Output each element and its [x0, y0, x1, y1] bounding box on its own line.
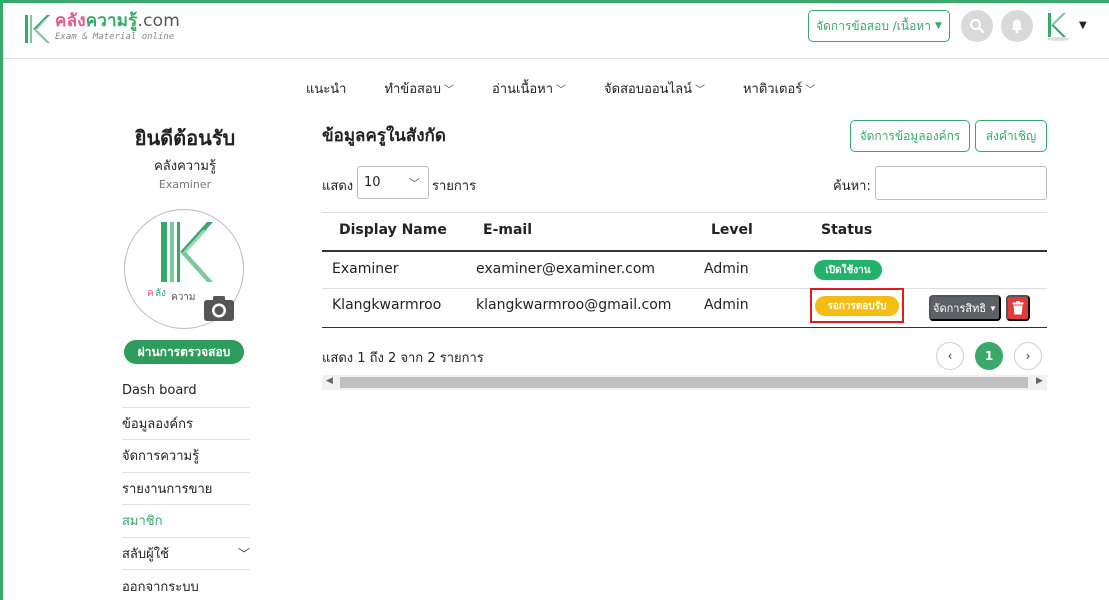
top-navigation: แนะนำ ทำข้อสอบ ﹀ อ่านเนื้อหา ﹀ จัดสอบออนไล…	[306, 78, 853, 99]
pagination-page-1[interactable]: 1	[975, 342, 1003, 370]
sidebar-welcome: ยินดีต้อนรับ	[134, 126, 236, 150]
pagination-next-button[interactable]: ›	[1014, 342, 1042, 370]
trash-icon	[1012, 301, 1024, 315]
scroll-right-arrow-icon[interactable]: ▶	[1036, 376, 1043, 386]
verified-badge: ผ่านการตรวจสอบ	[124, 340, 244, 364]
logo-title: คลังความรู้.com	[55, 11, 181, 31]
send-invite-button[interactable]: ส่งคำเชิญ	[975, 120, 1047, 152]
notification-button[interactable]	[1001, 10, 1033, 42]
column-header-display-name[interactable]: Display Name	[339, 222, 447, 238]
cell-email: examiner@examiner.com	[476, 261, 656, 277]
nav-online-exam[interactable]: จัดสอบออนไลน์ ﹀	[604, 78, 705, 99]
sidebar-item-logout[interactable]: ออกจากระบบ	[122, 570, 250, 600]
search-input[interactable]	[875, 166, 1047, 200]
manage-permission-button[interactable]: จัดการสิทธิ ▼	[929, 295, 1001, 321]
sidebar-role: Examiner	[158, 178, 212, 191]
column-header-email[interactable]: E-mail	[483, 222, 532, 238]
logo-k-icon	[25, 15, 50, 43]
manage-org-button[interactable]: จัดการข้อมูลองค์กร	[850, 120, 970, 152]
table-summary: แสดง 1 ถึง 2 จาก 2 รายการ	[322, 351, 484, 366]
items-label: รายการ	[432, 179, 477, 194]
svg-text:ความ: ความ	[171, 292, 196, 303]
table-header-divider	[322, 250, 1047, 252]
cell-display-name: Klangkwarmroo	[332, 297, 442, 313]
chevron-down-icon: ﹀	[444, 85, 454, 96]
chevron-down-icon: ﹀	[805, 85, 816, 96]
nav-find-tutor[interactable]: หาติวเตอร์ ﹀	[743, 78, 815, 99]
sidebar-item-sales-report[interactable]: รายงานการขาย	[122, 473, 250, 505]
caret-down-icon: ▼	[934, 21, 942, 31]
sidebar-item-dashboard[interactable]: Dash board	[122, 375, 250, 408]
chevron-down-icon: ﹀	[694, 85, 705, 96]
table-bottom-border	[322, 327, 1047, 328]
manage-exam-dropdown-button[interactable]: จัดการข้อสอบ /เนื้อหา ▼	[808, 10, 950, 42]
status-badge-active: เปิดใช้งาน	[814, 260, 882, 280]
table-top-border	[322, 212, 1047, 213]
cell-display-name: Examiner	[332, 261, 399, 277]
site-logo[interactable]: คลังความรู้.com Exam & Material online	[23, 13, 180, 45]
row-divider	[322, 288, 1047, 289]
svg-text:ค: ค	[147, 288, 154, 299]
cell-level: Admin	[704, 261, 749, 277]
user-avatar-k-icon[interactable]	[1043, 10, 1073, 42]
chevron-down-icon: ﹀	[556, 85, 567, 96]
page-title: ข้อมูลครูในสังกัด	[322, 126, 446, 146]
sidebar-item-knowledge[interactable]: จัดการความรู้	[122, 440, 250, 473]
page-size-select[interactable]: 10 ﹀	[357, 166, 429, 199]
chevron-down-icon: ﹀	[409, 176, 420, 190]
svg-text:ลัง: ลัง	[155, 288, 166, 299]
chevron-down-icon: ﹀	[237, 546, 250, 561]
column-header-status[interactable]: Status	[821, 222, 872, 238]
column-header-level[interactable]: Level	[711, 222, 753, 238]
cell-level: Admin	[704, 297, 749, 313]
pagination-prev-button[interactable]: ‹	[936, 342, 964, 370]
scroll-left-arrow-icon[interactable]: ◀	[326, 376, 333, 386]
sidebar-item-org-info[interactable]: ข้อมูลองค์กร	[122, 408, 250, 440]
search-button[interactable]	[961, 10, 993, 42]
camera-icon[interactable]	[202, 293, 236, 323]
search-icon	[970, 19, 985, 34]
nav-read-content[interactable]: อ่านเนื้อหา ﹀	[492, 78, 566, 99]
scrollbar-thumb[interactable]	[340, 377, 1028, 388]
caret-down-icon: ▼	[989, 303, 997, 313]
nav-take-exam[interactable]: ทำข้อสอบ ﹀	[384, 78, 454, 99]
user-menu-caret-icon[interactable]: ▼	[1079, 20, 1087, 31]
status-highlight-box	[810, 288, 904, 323]
sidebar-username: คลังความรู้	[154, 159, 216, 174]
search-label: ค้นหา:	[833, 179, 871, 194]
delete-button[interactable]	[1006, 295, 1030, 321]
sidebar-menu: Dash board ข้อมูลองค์กร จัดการความรู้ รา…	[122, 375, 250, 600]
sidebar-item-members[interactable]: สมาชิก	[122, 505, 250, 538]
bell-icon	[1011, 19, 1023, 34]
sidebar-item-switch-user[interactable]: สลับผู้ใช้ ﹀	[122, 538, 250, 570]
cell-email: klangkwarmroo@gmail.com	[476, 297, 672, 313]
show-label: แสดง	[322, 179, 354, 194]
nav-intro[interactable]: แนะนำ	[306, 78, 346, 99]
logo-subtitle: Exam & Material online	[55, 32, 175, 42]
